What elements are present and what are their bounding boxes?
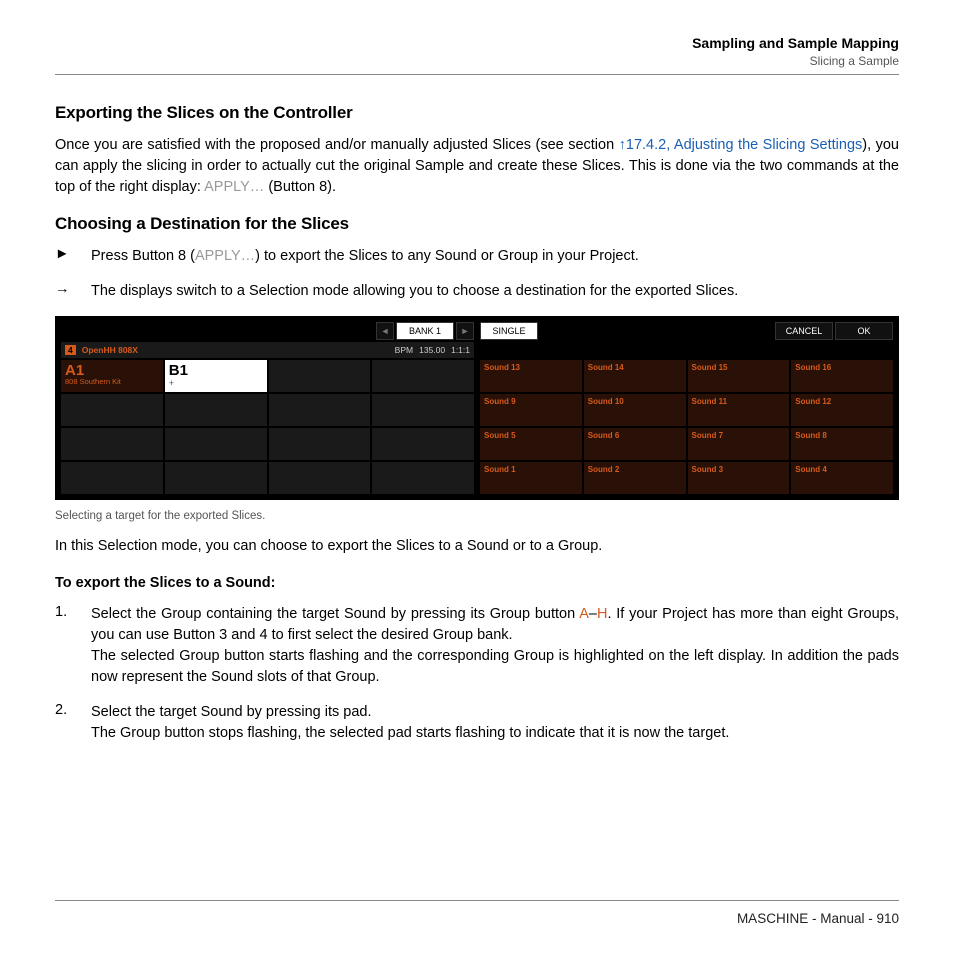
empty-pad[interactable] [269,428,371,460]
bpm-label: BPM [395,345,413,355]
text: – [589,606,597,622]
step-number: 1. [55,604,75,688]
apply-label: APPLY… [195,248,255,264]
text: Select the target Sound by pressing its … [91,704,372,720]
paragraph-intro: Once you are satisfied with the proposed… [55,135,899,198]
sound-pad[interactable]: Sound 11 [688,394,790,426]
sound-pad[interactable]: Sound 5 [480,428,582,460]
position-value: 1:1:1 [451,345,470,355]
text: Select the Group containing the target S… [91,606,579,622]
header-rule [55,74,899,75]
text: Press Button 8 ( [91,248,195,264]
step-2: 2. Select the target Sound by pressing i… [55,702,899,744]
cross-ref-link[interactable]: ↑17.4.2, Adjusting the Slicing Settings [619,137,863,153]
sound-pad[interactable]: Sound 7 [688,428,790,460]
button-ref-a: A [579,606,589,622]
bank-next-button[interactable]: ► [456,322,474,340]
button-ref-h: H [597,606,607,622]
group-badge: 4 [65,345,76,355]
arrow-marker: → [55,281,75,302]
ok-button[interactable]: OK [835,322,893,340]
empty-pad[interactable] [269,360,371,392]
sound-pad[interactable]: Sound 16 [791,360,893,392]
empty-pad[interactable] [61,428,163,460]
page-header-subtitle: Slicing a Sample [55,54,899,68]
text: The displays switch to a Selection mode … [91,281,899,302]
footer-text: MASCHINE - Manual - 910 [737,911,899,926]
paragraph-selection-mode: In this Selection mode, you can choose t… [55,536,899,557]
empty-pad[interactable] [61,462,163,494]
empty-pad[interactable] [165,462,267,494]
single-button[interactable]: SINGLE [480,322,538,340]
sound-pad[interactable]: Sound 9 [480,394,582,426]
group-pad-b1[interactable]: B1 + [165,360,267,392]
step-number: 2. [55,702,75,744]
empty-pad[interactable] [61,394,163,426]
sound-pad[interactable]: Sound 2 [584,462,686,494]
text: The Group button stops flashing, the sel… [91,725,729,741]
text: (Button 8). [264,179,336,195]
controller-screenshot: ◄ BANK 1 ► 4 OpenHH 808X BPM 135.00 1:1:… [55,316,899,500]
step-1: 1. Select the Group containing the targe… [55,604,899,688]
empty-pad[interactable] [372,428,474,460]
export-subtitle: To export the Slices to a Sound: [55,573,899,594]
info-bar: 4 OpenHH 808X BPM 135.00 1:1:1 [61,342,474,358]
sound-pad[interactable]: Sound 14 [584,360,686,392]
empty-pad[interactable] [372,462,474,494]
apply-label: APPLY… [204,179,264,195]
left-display: ◄ BANK 1 ► 4 OpenHH 808X BPM 135.00 1:1:… [61,322,474,494]
empty-pad[interactable] [269,394,371,426]
sound-pad[interactable]: Sound 4 [791,462,893,494]
sound-pad[interactable]: Sound 13 [480,360,582,392]
sound-pad[interactable]: Sound 3 [688,462,790,494]
sound-pad[interactable]: Sound 15 [688,360,790,392]
empty-pad[interactable] [165,428,267,460]
empty-pad[interactable] [165,394,267,426]
sound-pad[interactable]: Sound 10 [584,394,686,426]
sound-pad[interactable]: Sound 8 [791,428,893,460]
group-id: B1 [169,363,263,378]
result-arrow: → The displays switch to a Selection mod… [55,281,899,302]
page-header-title: Sampling and Sample Mapping [55,35,899,51]
text: Once you are satisfied with the proposed… [55,137,619,153]
sound-pad[interactable]: Sound 12 [791,394,893,426]
section-title-exporting: Exporting the Slices on the Controller [55,103,899,123]
empty-pad[interactable] [372,394,474,426]
figure-caption: Selecting a target for the exported Slic… [55,510,899,522]
bullet-marker: ► [55,246,75,267]
bank-label-button[interactable]: BANK 1 [396,322,454,340]
group-pad-a1[interactable]: A1 808 Southern Kit [61,360,163,392]
footer-rule [55,900,899,901]
cancel-button[interactable]: CANCEL [775,322,833,340]
group-name: 808 Southern Kit [65,378,159,386]
right-display: SINGLE CANCEL OK Sound 13Sound 14Sound 1… [480,322,893,494]
sound-pad[interactable]: Sound 6 [584,428,686,460]
empty-pad[interactable] [372,360,474,392]
sound-pad[interactable]: Sound 1 [480,462,582,494]
action-bullet: ► Press Button 8 (APPLY…) to export the … [55,246,899,267]
bpm-value: 135.00 [419,345,445,355]
text: The selected Group button starts flashin… [91,648,899,685]
add-icon: + [169,378,263,388]
bank-prev-button[interactable]: ◄ [376,322,394,340]
text: ) to export the Slices to any Sound or G… [255,248,639,264]
sample-name: OpenHH 808X [82,345,138,355]
group-id: A1 [65,363,159,378]
empty-pad[interactable] [269,462,371,494]
section-title-destination: Choosing a Destination for the Slices [55,214,899,234]
